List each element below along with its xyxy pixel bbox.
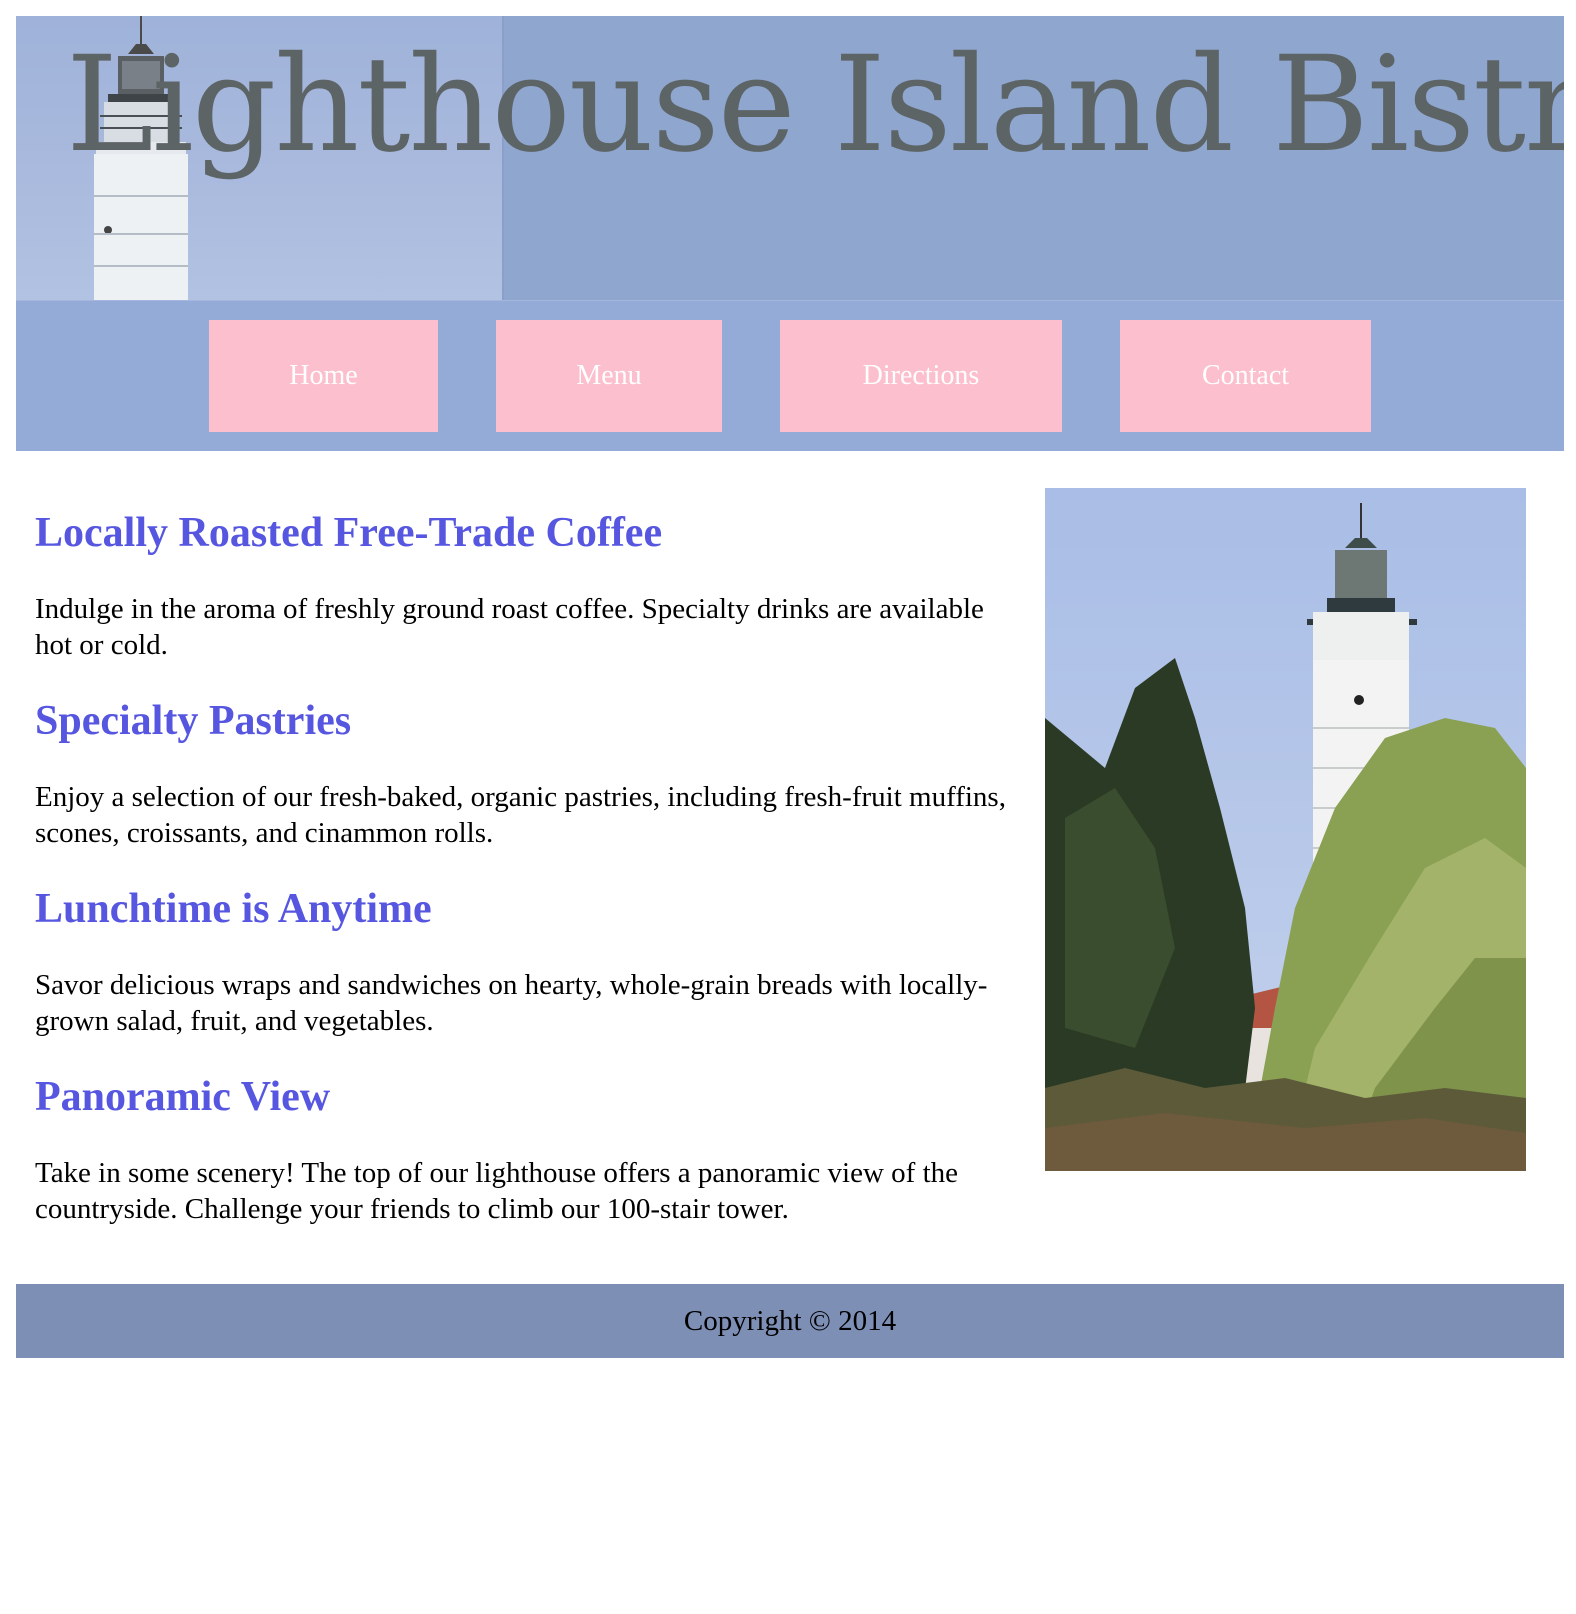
section-text: Take in some scenery! The top of our lig… — [35, 1157, 959, 1225]
section-pastries: Specialty Pastries Enjoy a selection of … — [35, 691, 1015, 851]
section-heading: Specialty Pastries — [35, 698, 352, 744]
copyright-text: Copyright © 2014 — [683, 1304, 897, 1337]
section-coffee: Locally Roasted Free-Trade Coffee Indulg… — [35, 503, 1015, 663]
lighthouse-photo-image — [1045, 488, 1526, 1171]
site-header: Lighthouse Island Bistro — [16, 16, 1564, 300]
section-text: Enjoy a selection of our fresh-baked, or… — [35, 781, 1006, 849]
nav-home-button[interactable]: Home — [209, 320, 438, 432]
lighthouse-photo — [1045, 488, 1526, 1171]
section-text: Savor delicious wraps and sandwiches on … — [35, 969, 988, 1037]
main-nav: Home Menu Directions Contact — [16, 300, 1564, 451]
main-content: Locally Roasted Free-Trade Coffee Indulg… — [16, 451, 1564, 1284]
content-column: Locally Roasted Free-Trade Coffee Indulg… — [35, 491, 1015, 1255]
nav-menu-button[interactable]: Menu — [496, 320, 722, 432]
site-footer: Copyright © 2014 — [16, 1284, 1564, 1358]
section-lunch: Lunchtime is Anytime Savor delicious wra… — [35, 879, 1015, 1039]
nav-directions-button[interactable]: Directions — [780, 320, 1062, 432]
section-text: Indulge in the aroma of freshly ground r… — [35, 593, 984, 661]
section-heading: Locally Roasted Free-Trade Coffee — [35, 510, 663, 556]
section-heading: Panoramic View — [35, 1074, 331, 1120]
site-title: Lighthouse Island Bistro — [66, 28, 1564, 182]
page-wrapper: Lighthouse Island Bistro Home Menu Direc… — [16, 16, 1564, 1358]
section-view: Panoramic View Take in some scenery! The… — [35, 1067, 1015, 1227]
section-heading: Lunchtime is Anytime — [35, 886, 432, 932]
nav-contact-button[interactable]: Contact — [1120, 320, 1371, 432]
